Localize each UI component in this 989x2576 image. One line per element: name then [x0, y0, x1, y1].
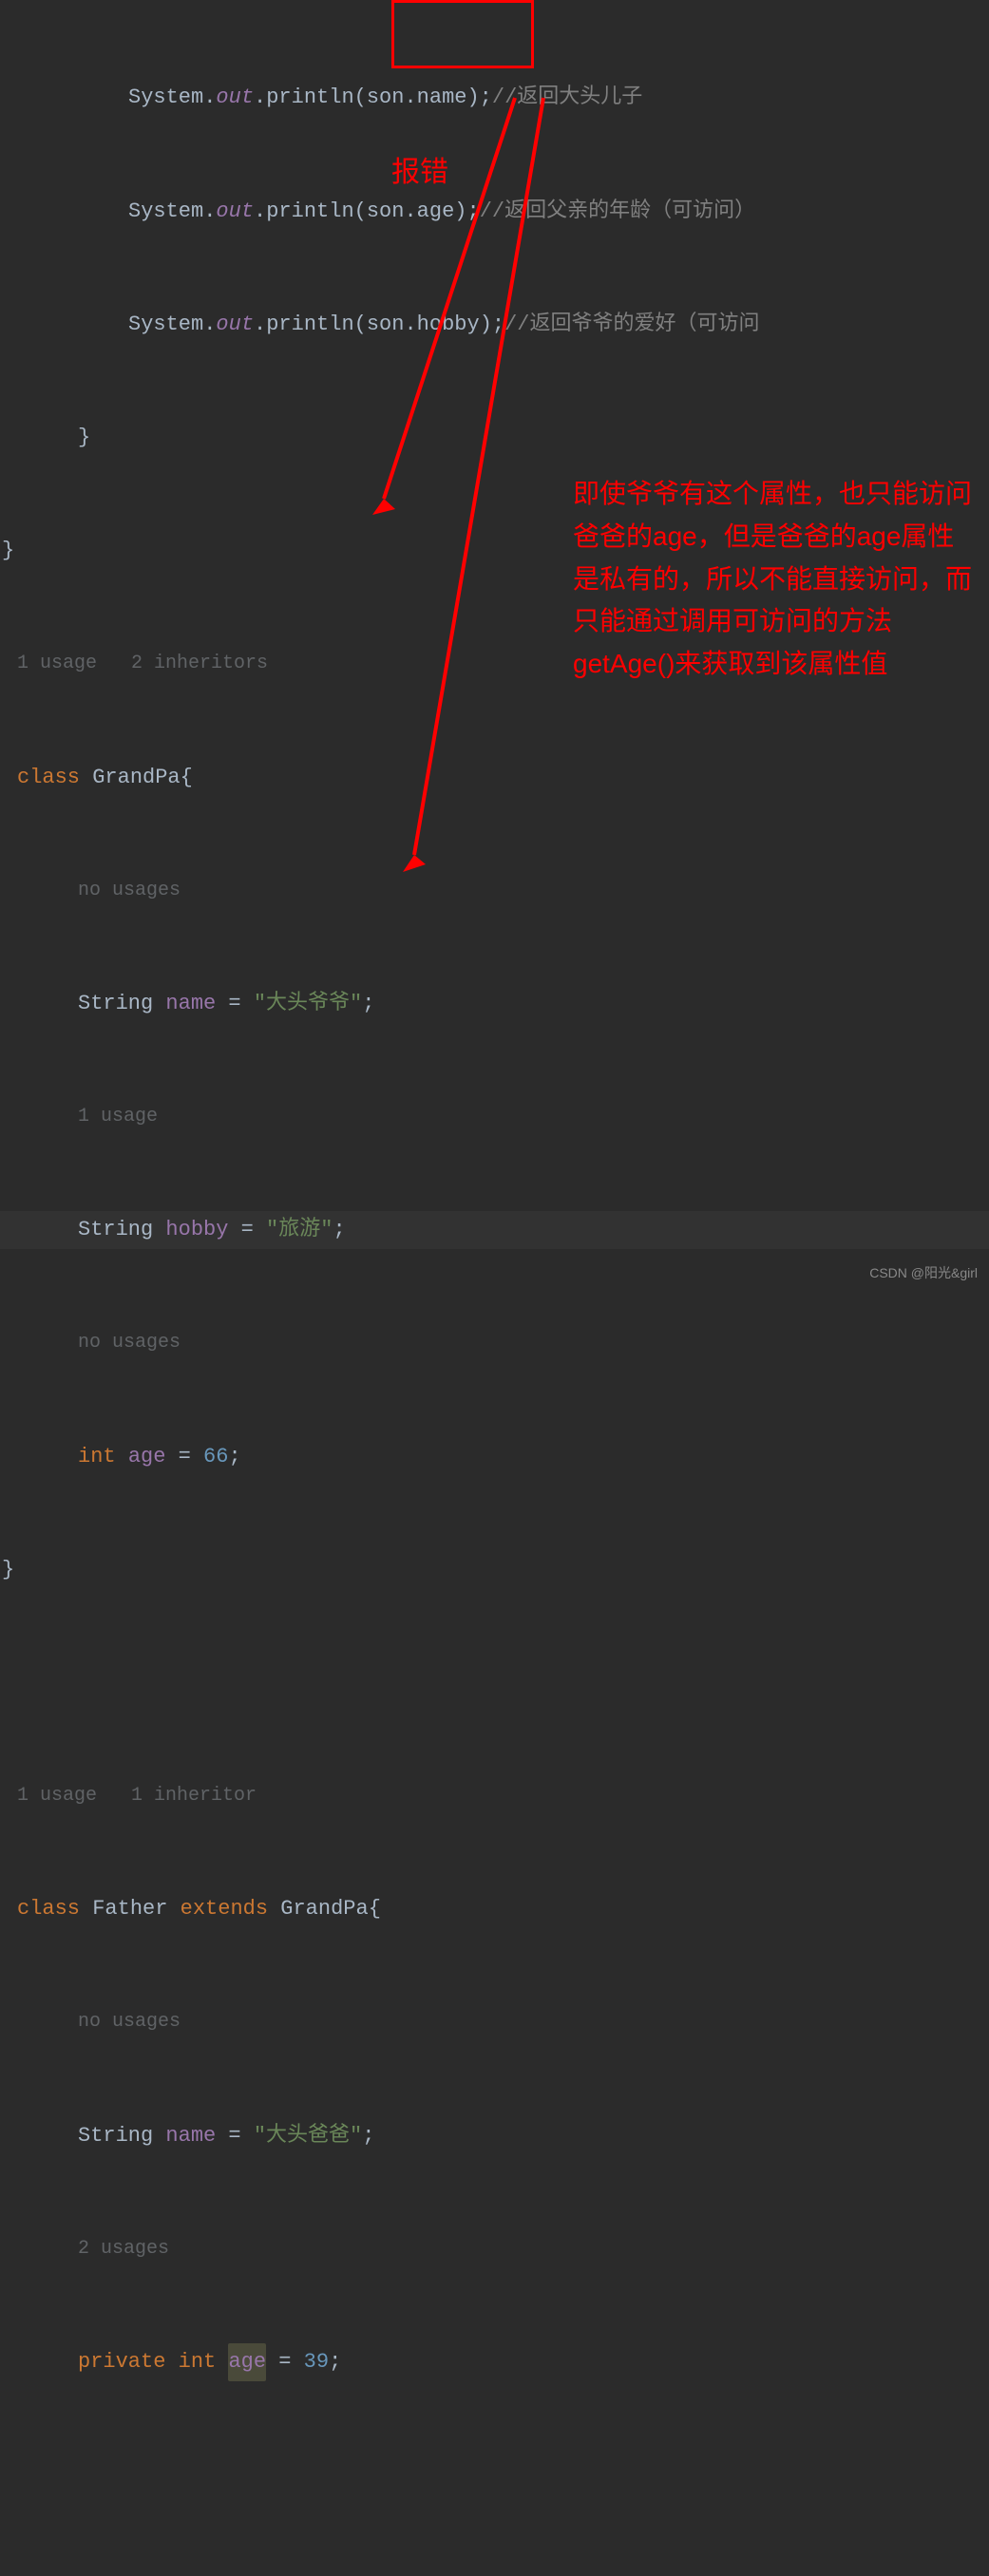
usage-hint-line: no usages — [0, 1324, 989, 1362]
code-text: System.out.println(son.age);//返回父亲的年龄（可访… — [128, 193, 755, 231]
code-line: private int age = 39; — [0, 2343, 989, 2381]
code-line: String name = "大头爸爸"; — [0, 2117, 989, 2155]
code-line: System.out.println(son.name);//返回大头儿子 — [0, 79, 989, 117]
type-keyword: int — [179, 2343, 229, 2381]
code-line: } — [0, 532, 989, 570]
code-line: String hobby = "旅游"; — [0, 1211, 989, 1249]
brace: } — [2, 532, 14, 570]
code-text: System.out.println(son.hobby);//返回爷爷的爱好（… — [128, 306, 760, 344]
usage-hint-line: no usages — [0, 872, 989, 910]
usage-hint-line: 1 usage — [0, 1098, 989, 1136]
code-line: int age = 66; — [0, 1437, 989, 1475]
number-literal: 66 — [203, 1438, 228, 1476]
usage-hint-line: 1 usage 2 inheritors — [0, 645, 989, 683]
usage-hint[interactable]: no usages — [78, 2005, 181, 2039]
usage-hint-line: no usages — [0, 2003, 989, 2041]
inheritors-hint[interactable]: 2 inheritors — [131, 647, 268, 681]
usage-hint[interactable]: 1 usage — [17, 1779, 97, 1813]
field-name: name — [165, 985, 216, 1023]
usage-hint-line: 2 usages — [0, 2230, 989, 2268]
type-keyword: int — [78, 1438, 128, 1476]
usage-hint[interactable]: no usages — [78, 1326, 181, 1360]
class-name: Father — [92, 1890, 167, 1928]
usage-hint[interactable]: 1 usage — [17, 647, 97, 681]
brace: } — [78, 419, 90, 457]
usage-hint-line: no usages — [0, 2569, 989, 2576]
field-name: name — [165, 2117, 216, 2155]
type: String — [78, 2117, 165, 2155]
code-line: class Father extends GrandPa{ — [0, 1890, 989, 1928]
class-name: GrandPa — [92, 759, 180, 797]
field-name: hobby — [165, 1211, 228, 1249]
usage-hint-line: 1 usage 1 inheritor — [0, 1777, 989, 1815]
string-literal: "大头爷爷" — [254, 985, 362, 1023]
code-line: System.out.println(son.hobby);//返回爷爷的爱好（… — [0, 306, 989, 344]
string-literal: "大头爸爸" — [254, 2117, 362, 2155]
usage-hint[interactable]: 2 usages — [78, 2232, 169, 2266]
class-keyword: class — [17, 759, 92, 797]
modifier-keyword: private — [78, 2343, 179, 2381]
code-line: } — [0, 1551, 989, 1589]
string-literal: "旅游" — [266, 1211, 333, 1249]
inheritor-hint[interactable]: 1 inheritor — [131, 1779, 257, 1813]
field-name: age — [128, 1438, 166, 1476]
field-name-highlighted: age — [228, 2343, 266, 2381]
usage-hint[interactable]: no usages — [78, 874, 181, 908]
type: String — [78, 985, 165, 1023]
class-keyword: class — [17, 1890, 92, 1928]
type: String — [78, 1211, 165, 1249]
extends-keyword: extends — [167, 1890, 280, 1928]
watermark: CSDN @阳光&girl — [869, 1263, 978, 1282]
brace: } — [2, 1551, 14, 1589]
code-line: System.out.println(son.age);//返回父亲的年龄（可访… — [0, 192, 989, 230]
number-literal: 39 — [304, 2343, 329, 2381]
usage-hint[interactable]: no usages — [78, 2571, 181, 2576]
code-line: String name = "大头爷爷"; — [0, 985, 989, 1023]
code-line: } — [0, 419, 989, 457]
code-line: class GrandPa{ — [0, 758, 989, 796]
empty-line — [0, 2456, 989, 2494]
empty-line — [0, 1664, 989, 1702]
code-text: System.out.println(son.name);//返回大头儿子 — [128, 79, 642, 117]
code-editor: System.out.println(son.name);//返回大头儿子 Sy… — [0, 4, 989, 2576]
class-name: GrandPa — [280, 1890, 368, 1928]
usage-hint[interactable]: 1 usage — [78, 1100, 158, 1134]
